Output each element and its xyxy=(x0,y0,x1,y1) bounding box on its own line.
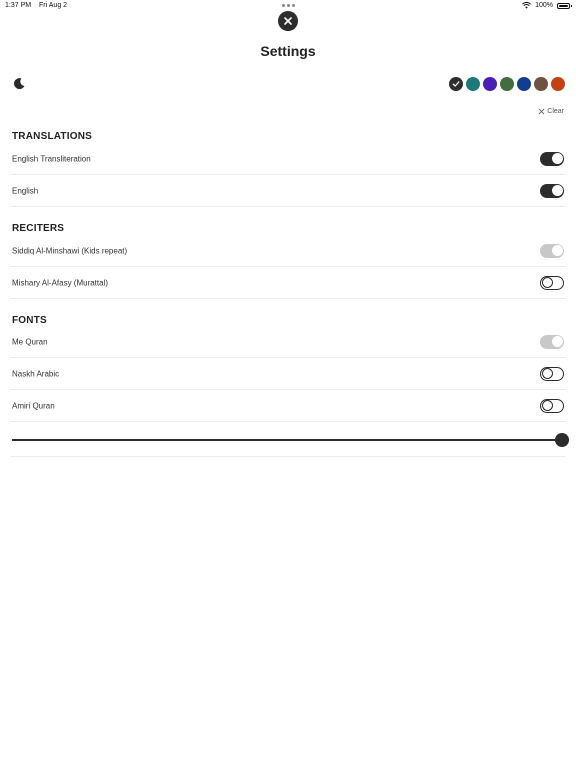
color-swatches xyxy=(449,77,565,91)
multitasking-dots[interactable] xyxy=(282,4,295,7)
setting-label: Naskh Arabic xyxy=(12,369,60,378)
toggle-switch[interactable] xyxy=(540,183,564,198)
close-icon xyxy=(538,108,545,115)
dark-mode-button[interactable] xyxy=(12,77,26,91)
page-title: Settings xyxy=(260,43,316,59)
color-swatch[interactable] xyxy=(551,77,565,91)
section-title-reciters: RECITERS xyxy=(12,223,65,234)
color-swatch[interactable] xyxy=(449,77,463,91)
setting-label: Mishary Al-Afasy (Murattal) xyxy=(12,278,109,287)
toggle-switch[interactable] xyxy=(540,151,564,166)
toggle-switch[interactable] xyxy=(540,334,564,349)
color-swatch[interactable] xyxy=(500,77,514,91)
close-button[interactable] xyxy=(278,11,298,31)
close-icon xyxy=(284,17,292,25)
setting-row-naskh-arabic[interactable]: Naskh Arabic xyxy=(10,358,566,390)
clear-button[interactable]: Clear xyxy=(538,108,564,115)
setting-label: Amiri Quran xyxy=(12,401,55,410)
color-swatch[interactable] xyxy=(466,77,480,91)
toggle-switch[interactable] xyxy=(540,275,564,290)
setting-row-english[interactable]: English xyxy=(10,175,566,207)
status-time: 1:37 PM xyxy=(5,2,32,9)
setting-row-english-transliteration[interactable]: English Transliteration xyxy=(10,143,566,175)
status-date: Fri Aug 2 xyxy=(39,2,68,9)
section-title-translations: TRANSLATIONS xyxy=(12,131,92,142)
setting-row-amiri-quran[interactable]: Amiri Quran xyxy=(10,390,566,422)
setting-label: Me Quran xyxy=(12,337,48,346)
setting-label: English Transliteration xyxy=(12,154,91,163)
setting-label: English xyxy=(12,186,39,195)
slider-track[interactable] xyxy=(12,439,558,441)
clear-label: Clear xyxy=(547,108,564,115)
font-size-slider[interactable] xyxy=(10,422,569,457)
slider-thumb[interactable] xyxy=(555,433,569,447)
setting-label: Siddiq Al-Minshawi (Kids repeat) xyxy=(12,246,128,255)
toggle-switch[interactable] xyxy=(540,398,564,413)
battery-percent: 100% xyxy=(535,2,553,9)
setting-row-me-quran[interactable]: Me Quran xyxy=(10,326,566,358)
color-swatch[interactable] xyxy=(483,77,497,91)
setting-row-mishary-al-afasy[interactable]: Mishary Al-Afasy (Murattal) xyxy=(10,267,566,299)
moon-icon xyxy=(14,78,25,90)
checkmark-icon xyxy=(452,81,460,87)
color-swatch[interactable] xyxy=(534,77,548,91)
toggle-switch[interactable] xyxy=(540,243,564,258)
section-title-fonts: FONTS xyxy=(12,315,47,326)
setting-row-siddiq-al-minshawi[interactable]: Siddiq Al-Minshawi (Kids repeat) xyxy=(10,235,566,267)
wifi-icon xyxy=(522,2,532,9)
battery-icon xyxy=(557,2,572,9)
color-swatch[interactable] xyxy=(517,77,531,91)
toggle-switch[interactable] xyxy=(540,366,564,381)
